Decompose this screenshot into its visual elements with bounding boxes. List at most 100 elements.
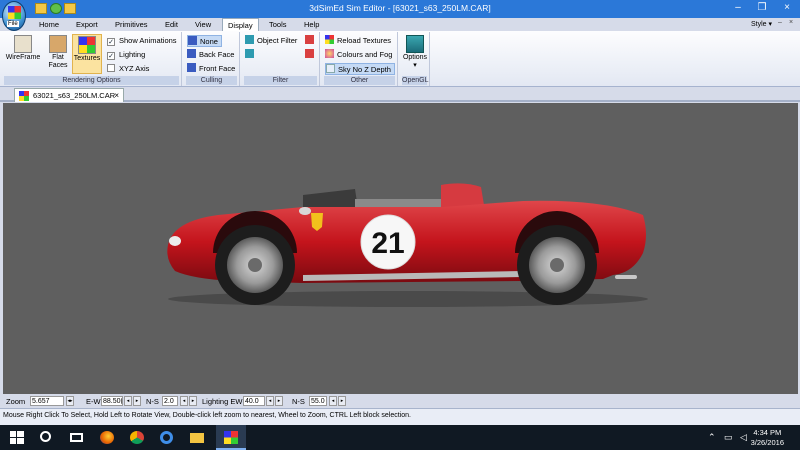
- exhaust: [615, 275, 637, 279]
- reload-textures-icon: [325, 35, 334, 44]
- lighting-ew-label: Lighting EW: [202, 397, 243, 406]
- menu-home[interactable]: Home: [39, 20, 59, 29]
- colours-fog-button[interactable]: Colours and Fog: [325, 49, 392, 61]
- status-hint-bar: Mouse Right Click To Select, Hold Left t…: [0, 408, 800, 425]
- colours-fog-label: Colours and Fog: [337, 50, 393, 59]
- lighting-label: Lighting: [119, 50, 146, 59]
- group-label: Other: [324, 76, 395, 85]
- front-face-icon: [187, 63, 196, 72]
- culling-front-face-option[interactable]: Front Face: [187, 63, 235, 75]
- style-label: Style: [750, 21, 767, 28]
- show-animations-checkbox[interactable]: ✓ Show Animations: [107, 35, 177, 47]
- flat-faces-button[interactable]: Flat Faces: [43, 34, 73, 74]
- document-tab-strip: 63021_s63_250LM.CAR ×: [0, 87, 800, 102]
- lighting-ew-right-arrow-icon[interactable]: ▸: [275, 396, 283, 406]
- textures-button[interactable]: Textures: [72, 34, 102, 74]
- lighting-ns-field[interactable]: 55.0: [309, 396, 327, 406]
- task-view-icon: [70, 433, 83, 442]
- ns-label: N-S: [146, 397, 159, 406]
- tray-chevron-up-icon[interactable]: ⌃: [708, 432, 716, 443]
- menu-export[interactable]: Export: [76, 20, 98, 29]
- filter-red-2-button[interactable]: [305, 49, 317, 61]
- ribbon-close-icon[interactable]: ×: [789, 19, 793, 26]
- 3d-viewport[interactable]: 21: [3, 103, 798, 394]
- wireframe-label: WireFrame: [5, 54, 41, 61]
- file-menu-button[interactable]: File: [2, 1, 26, 31]
- document-tab[interactable]: 63021_s63_250LM.CAR ×: [14, 88, 124, 102]
- car-render: 21: [167, 183, 648, 307]
- group-other: Reload Textures Colours and Fog Sky No Z…: [322, 32, 398, 86]
- zoom-spinner[interactable]: ◂▸: [66, 396, 74, 406]
- chrome-icon: [130, 431, 144, 444]
- show-animations-label: Show Animations: [119, 36, 177, 45]
- car-file-icon: [19, 91, 29, 101]
- restore-button[interactable]: ❐: [750, 0, 774, 18]
- filter-red-icon: [305, 35, 314, 44]
- ew-right-arrow-icon[interactable]: ▸: [133, 396, 141, 406]
- front-wheel: [215, 225, 295, 305]
- taskbar: ⌃ ▭ ◁ 4:34 PM 3/26/2016: [0, 425, 800, 450]
- group-label: Culling: [186, 76, 237, 85]
- object-filter-label: Object Filter: [257, 36, 298, 45]
- menu-bar: Home Export Primitives Edit View Display…: [0, 18, 800, 31]
- textures-label: Textures: [73, 55, 101, 62]
- style-menu[interactable]: Style ▾: [751, 20, 772, 28]
- menu-tools[interactable]: Tools: [269, 20, 287, 29]
- clock-date: 3/26/2016: [750, 438, 784, 447]
- culling-none-label: None: [200, 37, 218, 46]
- culling-none-option[interactable]: None: [187, 35, 222, 47]
- taskbar-firefox-button[interactable]: [92, 425, 122, 450]
- menu-edit[interactable]: Edit: [165, 20, 178, 29]
- ew-field[interactable]: 88.50(: [101, 396, 123, 406]
- taskbar-explorer-button[interactable]: [182, 425, 212, 450]
- sky-no-z-depth-toggle[interactable]: Sky No Z Depth: [325, 63, 395, 75]
- group-opengl: Options ▾ OpenGL: [400, 32, 430, 86]
- ns-left-arrow-icon[interactable]: ◂: [180, 396, 188, 406]
- ns-field[interactable]: 2.0: [162, 396, 178, 406]
- menu-display[interactable]: Display: [222, 18, 259, 31]
- lighting-ew-left-arrow-icon[interactable]: ◂: [266, 396, 274, 406]
- culling-back-face-option[interactable]: Back Face: [187, 49, 234, 61]
- taskbar-task-view-button[interactable]: [62, 425, 92, 450]
- menu-view[interactable]: View: [195, 20, 211, 29]
- system-clock[interactable]: 4:34 PM 3/26/2016: [751, 428, 784, 448]
- xyz-axis-label: XYZ Axis: [119, 64, 150, 73]
- opengl-options-button[interactable]: Options ▾: [400, 34, 430, 74]
- group-label: Rendering Options: [4, 76, 179, 85]
- search-icon: [40, 431, 51, 442]
- tab-close-icon[interactable]: ×: [114, 89, 119, 102]
- xyz-axis-checkbox[interactable]: XYZ Axis: [107, 63, 149, 75]
- tray-network-icon[interactable]: ▭: [724, 432, 733, 443]
- lighting-checkbox[interactable]: ✓ Lighting: [107, 49, 145, 61]
- lighting-ns-left-arrow-icon[interactable]: ◂: [329, 396, 337, 406]
- folder-icon: [190, 433, 204, 443]
- lighting-ns-right-arrow-icon[interactable]: ▸: [338, 396, 346, 406]
- close-button[interactable]: ×: [775, 0, 799, 18]
- menu-primitives[interactable]: Primitives: [115, 20, 148, 29]
- sky-icon: [326, 64, 335, 73]
- taskbar-search-button[interactable]: [32, 425, 62, 450]
- taskbar-3dsimed-button[interactable]: [216, 425, 246, 450]
- taskbar-edge-button[interactable]: [152, 425, 182, 450]
- filter-red-2-icon: [305, 49, 314, 58]
- ribbon-minimize-icon[interactable]: –: [778, 19, 782, 26]
- lighting-ew-field[interactable]: 40.0: [243, 396, 265, 406]
- textures-icon: [78, 36, 96, 54]
- object-filter-button[interactable]: Object Filter: [245, 35, 297, 47]
- taskbar-chrome-button[interactable]: [122, 425, 152, 450]
- filter-red-button[interactable]: [305, 35, 317, 47]
- menu-help[interactable]: Help: [304, 20, 319, 29]
- group-label: Filter: [244, 76, 317, 85]
- wireframe-button[interactable]: WireFrame: [4, 34, 42, 74]
- reload-textures-button[interactable]: Reload Textures: [325, 35, 391, 47]
- tray-volume-icon[interactable]: ◁: [740, 432, 747, 443]
- edge-icon: [160, 431, 173, 444]
- firefox-icon: [100, 431, 114, 444]
- zoom-field[interactable]: 5.657: [30, 396, 64, 406]
- filter-teal-button[interactable]: [245, 49, 257, 61]
- start-button[interactable]: [2, 425, 32, 450]
- minimize-button[interactable]: –: [726, 0, 750, 18]
- ns-right-arrow-icon[interactable]: ▸: [189, 396, 197, 406]
- object-filter-icon: [245, 35, 254, 44]
- ew-left-arrow-icon[interactable]: ◂: [124, 396, 132, 406]
